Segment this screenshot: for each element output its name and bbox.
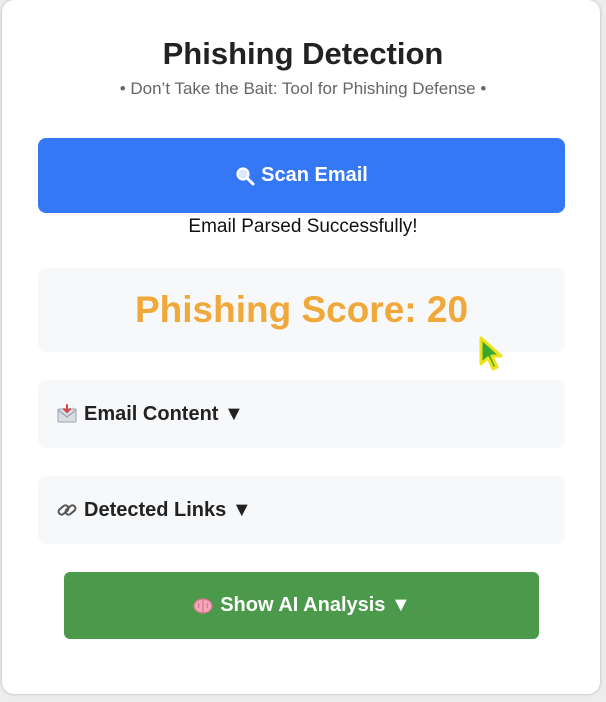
scan-email-label: Scan Email [261,164,368,186]
page-subtitle: • Don’t Take the Bait: Tool for Phishing… [119,79,487,98]
email-content-toggle[interactable]: Email Content ▼ [38,380,565,448]
link-icon [56,500,78,520]
email-content-label: Email Content ▼ [84,402,244,425]
mouse-cursor-icon [479,336,503,371]
show-ai-analysis-button[interactable]: Show AI Analysis ▼ [64,572,539,639]
magnifier-icon [235,166,255,186]
show-ai-analysis-label: Show AI Analysis ▼ [220,594,411,616]
envelope-icon [56,404,78,424]
scan-email-button[interactable]: Scan Email [38,138,565,213]
detected-links-toggle[interactable]: Detected Links ▼ [38,476,565,544]
brain-icon [192,596,214,616]
detected-links-label: Detected Links ▼ [84,498,252,521]
status-message: Email Parsed Successfully! [188,216,418,237]
page-title: Phishing Detection [162,36,444,71]
phishing-score: Phishing Score: 20 [134,289,469,330]
